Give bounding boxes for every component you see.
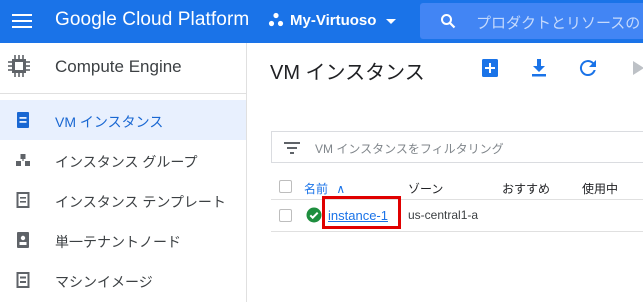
instance-name-link[interactable]: instance-1 — [328, 208, 388, 223]
sidebar-title: Compute Engine — [55, 57, 182, 76]
sidebar-item-label: 単一テナントノード — [55, 234, 181, 250]
sidebar: Compute Engine VM インスタンス インスタンス グループ インス… — [0, 43, 247, 302]
sidebar-item-label: マシンイメージ — [55, 274, 153, 290]
sole-tenant-icon — [17, 232, 29, 248]
sidebar-item-label: インスタンス グループ — [55, 154, 198, 170]
sidebar-item-label: インスタンス テンプレート — [55, 194, 226, 210]
instance-group-icon — [16, 154, 30, 166]
sidebar-header: Compute Engine — [0, 43, 246, 94]
compute-engine-icon — [8, 55, 30, 77]
search-icon — [441, 14, 456, 29]
search-placeholder: プロダクトとリソースの — [476, 15, 641, 32]
play-icon[interactable] — [626, 56, 643, 80]
project-name: My-Virtuoso — [290, 11, 377, 29]
running-status-icon — [306, 207, 322, 223]
project-selector[interactable]: My-Virtuoso — [268, 8, 397, 32]
refresh-icon[interactable] — [576, 56, 600, 80]
column-header-zone[interactable]: ゾーン — [408, 180, 443, 197]
sidebar-item-machine-images[interactable]: マシンイメージ — [0, 260, 246, 300]
chevron-down-icon — [386, 18, 397, 24]
vm-instance-icon — [17, 112, 29, 128]
sidebar-item-vm-instances[interactable]: VM インスタンス — [0, 100, 246, 140]
page-title: VM インスタンス — [270, 62, 425, 84]
sidebar-item-sole-tenant-nodes[interactable]: 単一テナントノード — [0, 220, 246, 260]
filter-icon — [284, 142, 300, 154]
column-header-name[interactable]: 名前 ∧ — [304, 180, 345, 197]
top-app-bar: Google Cloud Platform My-Virtuoso プロダクトと… — [0, 0, 643, 43]
filter-placeholder: VM インスタンスをフィルタリング — [315, 142, 504, 156]
sort-ascending-icon: ∧ — [336, 182, 346, 196]
hamburger-menu-icon[interactable] — [12, 12, 32, 30]
import-vm-icon[interactable] — [527, 56, 551, 80]
row-checkbox[interactable] — [279, 209, 292, 222]
brand-title[interactable]: Google Cloud Platform — [55, 9, 249, 31]
select-all-checkbox[interactable] — [279, 180, 292, 193]
column-header-in-use[interactable]: 使用中 — [582, 180, 618, 197]
column-name-label: 名前 — [304, 182, 329, 196]
instance-zone: us-central1-a — [408, 208, 479, 222]
filter-input[interactable]: VM インスタンスをフィルタリング — [271, 131, 643, 163]
instance-template-icon — [16, 192, 30, 208]
table-row: instance-1 us-central1-a — [271, 196, 643, 232]
search-input[interactable]: プロダクトとリソースの — [420, 3, 643, 39]
sidebar-item-instance-templates[interactable]: インスタンス テンプレート — [0, 180, 246, 220]
sidebar-item-instance-groups[interactable]: インスタンス グループ — [0, 140, 246, 180]
project-dots-icon — [268, 12, 284, 27]
sidebar-item-label: VM インスタンス — [55, 114, 164, 130]
machine-image-icon — [16, 272, 30, 288]
column-header-recommendation[interactable]: おすすめ — [502, 180, 550, 197]
create-instance-icon[interactable] — [478, 56, 502, 80]
